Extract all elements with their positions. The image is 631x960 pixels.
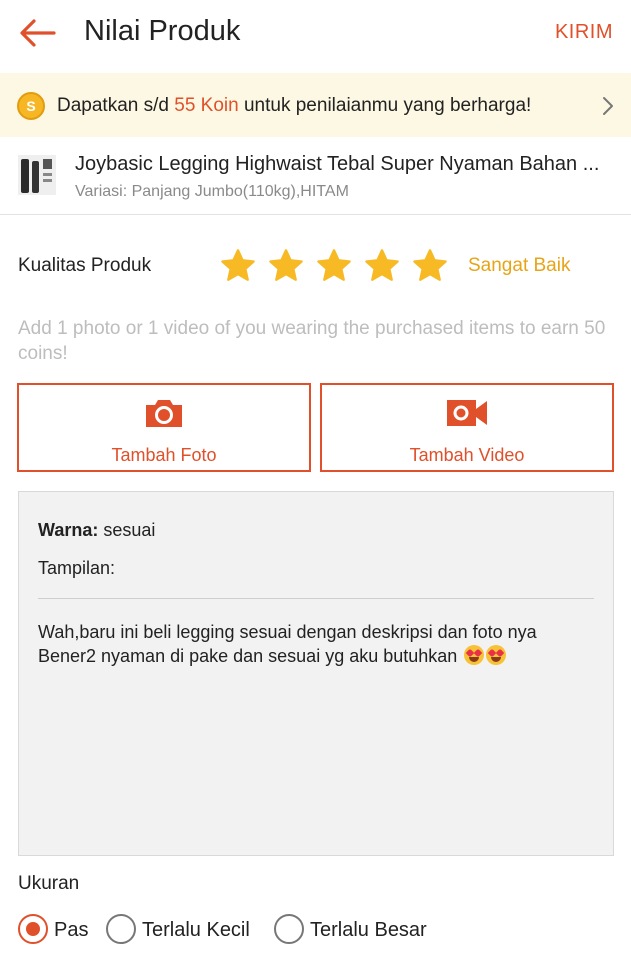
size-option-label: Terlalu Besar (310, 919, 427, 941)
star-icon[interactable] (220, 248, 256, 284)
promo-coin-amount: 55 Koin (174, 95, 239, 116)
rating-text: Sangat Baik (468, 255, 571, 276)
star-icon[interactable] (412, 248, 448, 284)
size-option-label: Terlalu Kecil (142, 919, 250, 941)
coin-promo-banner[interactable]: S Dapatkan s/d 55 Koin untuk penilaianmu… (0, 73, 631, 137)
add-video-button[interactable]: Tambah Video (320, 383, 614, 472)
size-label: Ukuran (18, 873, 80, 894)
review-line-1: Wah,baru ini beli legging sesuai dengan … (38, 622, 537, 642)
product-name: Joybasic Legging Highwaist Tebal Super N… (75, 153, 600, 175)
star-icon[interactable] (316, 248, 352, 284)
size-option-label: Pas (54, 919, 89, 941)
review-color-line: Warna: sesuai (38, 518, 155, 542)
photo-hint: Add 1 photo or 1 video of you wearing th… (18, 318, 606, 364)
review-textarea[interactable]: Warna: sesuai Tampilan: Wah,baru ini bel… (18, 491, 614, 856)
heart-eyes-emoji-icon (486, 645, 507, 665)
page-title: Nilai Produk (84, 15, 241, 47)
review-line-2: Bener2 nyaman di pake dan sesuai yg aku … (38, 644, 598, 668)
send-button[interactable]: KIRIM (555, 18, 613, 46)
chevron-right-icon (603, 97, 613, 115)
review-line-2-text: Bener2 nyaman di pake dan sesuai yg aku … (38, 646, 463, 666)
camera-icon (146, 400, 182, 427)
radio-unselected-icon[interactable] (106, 914, 136, 944)
product-thumbnail (18, 155, 56, 195)
back-button[interactable] (14, 14, 60, 54)
heart-eyes-emoji-icon (464, 645, 485, 665)
review-color-value: sesuai (98, 520, 156, 540)
review-color-key: Warna: (38, 520, 99, 540)
top-bar: Nilai Produk KIRIM (0, 0, 631, 72)
radio-unselected-icon[interactable] (274, 914, 304, 944)
product-row: Joybasic Legging Highwaist Tebal Super N… (0, 137, 631, 215)
star-icon[interactable] (364, 248, 400, 284)
coin-glyph: S (26, 98, 36, 114)
video-camera-icon (447, 400, 487, 426)
review-appearance-key: Tampilan: (38, 558, 116, 578)
review-body: Wah,baru ini beli legging sesuai dengan … (38, 620, 598, 668)
product-variation: Variasi: Panjang Jumbo(110kg),HITAM (75, 183, 349, 200)
arrow-left-icon (20, 19, 56, 47)
add-photo-label: Tambah Foto (111, 445, 217, 465)
review-divider (38, 598, 594, 599)
rating-label: Kualitas Produk (18, 255, 152, 276)
add-video-label: Tambah Video (409, 445, 525, 465)
promo-text-after: untuk penilaianmu yang berharga! (238, 95, 532, 116)
coin-icon: S (17, 92, 45, 120)
add-photo-button[interactable]: Tambah Foto (17, 383, 311, 472)
promo-text: Dapatkan s/d 55 Koin untuk penilaianmu y… (57, 93, 531, 119)
star-icon[interactable] (268, 248, 304, 284)
radio-selected-icon[interactable] (18, 914, 48, 944)
promo-text-before: Dapatkan s/d (57, 95, 175, 116)
